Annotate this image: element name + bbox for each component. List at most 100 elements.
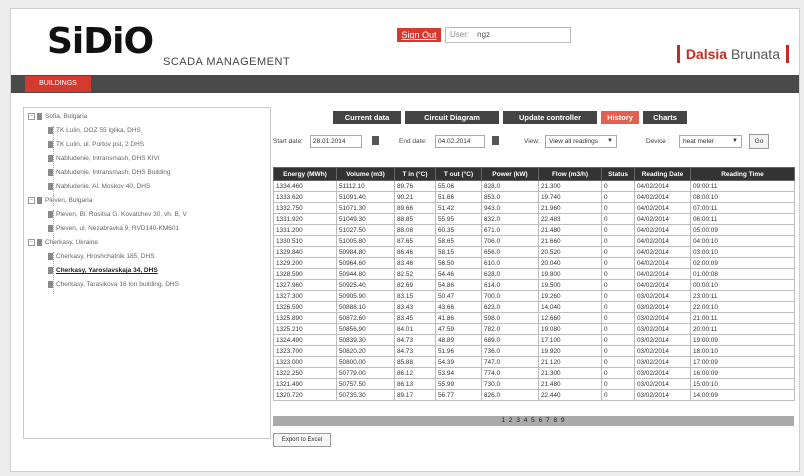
table-cell: 1333.620	[273, 191, 337, 203]
tree-node-building[interactable]: Pleven, ul. Nezabravka 9, RVD140-KM601	[48, 224, 179, 234]
table-cell: 19.260	[538, 290, 602, 302]
table-cell: 20.520	[538, 246, 602, 258]
table-cell: 0	[601, 323, 635, 335]
view-select-value: View all readings	[549, 138, 599, 145]
tree-node-building[interactable]: TK Lulin, OOZ 55 Iglika, DHS	[48, 126, 141, 136]
tree-node-building[interactable]: Pleven, Bl. Rositsa G. Kovatchev 30, vh.…	[48, 210, 187, 220]
table-cell: 51005.80	[336, 235, 395, 247]
table-cell: 12.660	[538, 312, 602, 324]
table-cell: 0	[601, 224, 635, 236]
table-cell: 1323.700	[273, 345, 337, 357]
table-cell: 782.0	[481, 323, 539, 335]
pagination[interactable]: 1 2 3 4 5 6 7 8 9	[273, 416, 794, 426]
start-date-input[interactable]: 28.01.2014	[310, 135, 362, 148]
tree-connector-line	[53, 210, 54, 246]
column-header: Energy (MWh)	[273, 167, 337, 181]
table-row: 1325.210 50856.90 84.01 47.59 782.0 19.080 0 03…	[273, 323, 795, 335]
column-header: Flow (m3/h)	[538, 167, 602, 181]
table-cell: 22.440	[538, 389, 602, 401]
tab-circuit-diagram[interactable]: Circuit Diagram	[405, 111, 499, 124]
tree-node-building[interactable]: Nabludenie, Intransmash, DHS KIVI	[48, 154, 160, 164]
table-row: 1320.720 50735.30 89.17 56.77 826.0 22.440 0 03…	[273, 389, 795, 401]
table-cell: 21:00:11	[690, 312, 795, 324]
tab-history[interactable]: History	[601, 111, 639, 124]
tree-node-building[interactable]: Cherkasy, Tarasikova 16 Ion building, DH…	[48, 280, 179, 290]
table-cell: 20.040	[538, 257, 602, 269]
go-button[interactable]: Go	[749, 134, 769, 149]
table-cell: 0	[601, 213, 635, 225]
table-row: 1321.490 50757.50 86.13 55.99 730.0 21.480 0 03…	[273, 378, 795, 390]
table-row: 1330.510 51005.80 87.65 58.65 706.0 21.660 0 04…	[273, 235, 795, 247]
table-cell: 14.040	[538, 301, 602, 313]
building-icon	[37, 196, 42, 204]
expand-collapse-icon[interactable]: −	[28, 196, 35, 204]
column-header: Power (kW)	[481, 167, 539, 181]
table-cell: 03/02/2014	[634, 367, 691, 379]
table-cell: 04/02/2014	[634, 257, 691, 269]
table-cell: 21.300	[538, 367, 602, 379]
end-date-input[interactable]: 04.02.2014	[435, 135, 485, 148]
table-cell: 86.46	[394, 246, 436, 258]
table-cell: 0	[601, 301, 635, 313]
table-cell: 0	[601, 202, 635, 214]
calendar-icon[interactable]	[372, 136, 379, 145]
nav-bar: BUILDINGS	[11, 75, 799, 93]
tree-node-country[interactable]: − Sofia, Bulgaria	[28, 112, 87, 122]
table-cell: 50984.80	[336, 246, 395, 258]
tree-node-building[interactable]: Cherkasy, Hroshchatnik 185, DHS	[48, 252, 155, 262]
table-cell: 832.0	[481, 213, 539, 225]
column-header: Status	[601, 167, 635, 181]
tab-current-data[interactable]: Current data	[333, 111, 401, 124]
table-cell: 04:00:10	[690, 235, 795, 247]
table-cell: 54.46	[435, 268, 482, 280]
table-cell: 628.0	[481, 268, 539, 280]
view-select[interactable]: View all readings ▼	[545, 135, 617, 148]
expand-collapse-icon[interactable]: −	[28, 112, 35, 120]
table-cell: 656.0	[481, 246, 539, 258]
brand-name-gray: Brunata	[730, 46, 780, 62]
table-cell: 06:00:11	[690, 213, 795, 225]
device-select-value: heat meter	[683, 138, 715, 145]
tree-node-country[interactable]: − Pleven, Bulgaria	[28, 196, 92, 206]
tree-node-country[interactable]: − Cherkasy, Ukraine	[28, 238, 98, 248]
table-row: 1331.200 51027.50 88.08 60.35 671.0 21.480 0 04…	[273, 224, 795, 236]
tab-update-controller[interactable]: Update controller	[503, 111, 597, 124]
export-excel-button[interactable]: Export to Excel	[273, 433, 331, 447]
view-label: View:	[524, 138, 540, 145]
table-cell: 853.0	[481, 191, 539, 203]
table-cell: 54.39	[435, 356, 482, 368]
tree-node-label: Nabludenie, Al. Moskov 40, DHS	[56, 183, 151, 190]
sign-out-button[interactable]: Sign Out	[397, 28, 441, 42]
table-row: 1327.960 50925.40 82.69 54.86 614.0 19.500 0 04…	[273, 279, 795, 291]
table-row: 1328.590 50944.80 82.52 54.46 628.0 19.800 0 04…	[273, 268, 795, 280]
table-cell: 03/02/2014	[634, 345, 691, 357]
history-table: Energy (MWh) Volume (m3) T in (°C) T out (°…	[273, 167, 795, 401]
device-select[interactable]: heat meter ▼	[679, 135, 742, 148]
table-cell: 88.85	[394, 213, 436, 225]
column-header: Reading Time	[690, 167, 795, 181]
buildings-button[interactable]: BUILDINGS	[25, 76, 91, 92]
table-cell: 83.45	[394, 312, 436, 324]
table-cell: 89.66	[394, 202, 436, 214]
table-cell: 614.0	[481, 279, 539, 291]
table-cell: 85.88	[394, 356, 436, 368]
expand-collapse-icon[interactable]: −	[28, 238, 35, 246]
tab-charts[interactable]: Charts	[643, 111, 687, 124]
table-cell: 90.21	[394, 191, 436, 203]
tree-node-building[interactable]: TK Lulin, ul. Portov pst, 2 DHS	[48, 140, 144, 150]
calendar-icon[interactable]	[492, 136, 499, 145]
table-cell: 0	[601, 345, 635, 357]
header: SiDiO SCADA MANAGEMENT Sign Out User: ngz…	[11, 9, 799, 75]
table-cell: 828.0	[481, 180, 539, 192]
table-cell: 1327.300	[273, 290, 337, 302]
table-cell: 04/02/2014	[634, 180, 691, 192]
tree-node-building[interactable]: Nabludenie, Intransmash, DHS Building	[48, 168, 171, 178]
table-cell: 51.66	[435, 191, 482, 203]
table-cell: 50872.60	[336, 312, 395, 324]
tree-node-building[interactable]: Cherkasy, Yaroslavskaja 34, DHS	[48, 266, 158, 276]
table-cell: 671.0	[481, 224, 539, 236]
table-cell: 88.08	[394, 224, 436, 236]
table-cell: 04/02/2014	[634, 235, 691, 247]
chevron-down-icon: ▼	[732, 138, 738, 144]
tree-node-building[interactable]: Nabludenie, Al. Moskov 40, DHS	[48, 182, 150, 192]
